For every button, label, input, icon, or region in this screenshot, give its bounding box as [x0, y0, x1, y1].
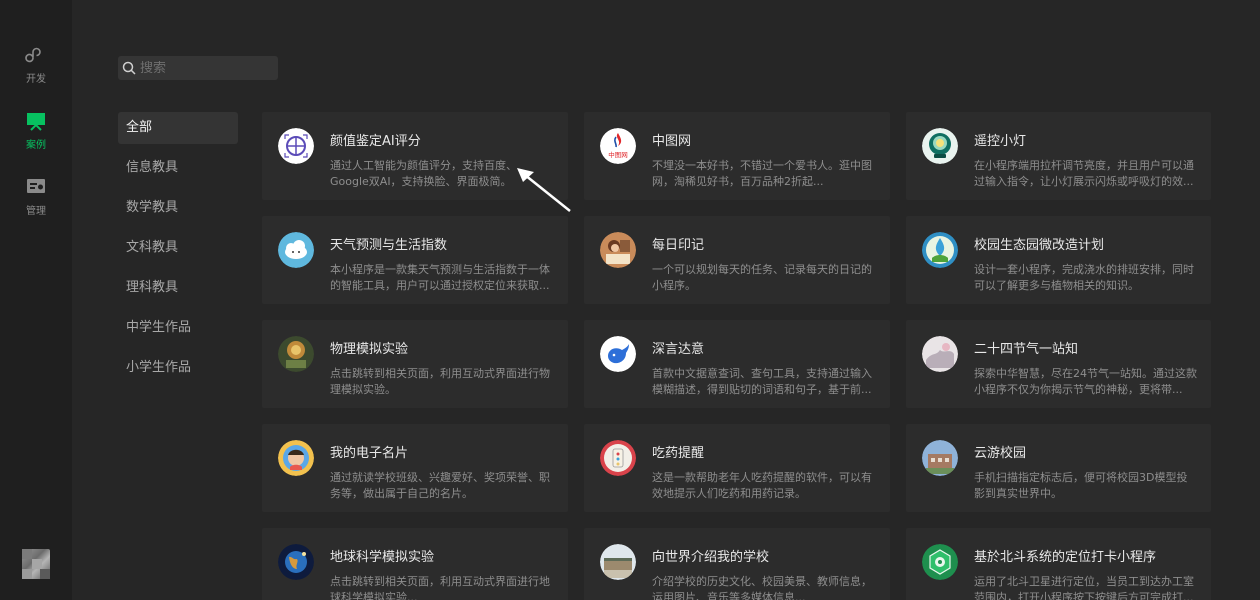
search-icon — [122, 61, 136, 75]
case-desc: 本小程序是一款集天气预测与生活指数于一体的智能工具，用户可以通过授权定位来获取.… — [330, 263, 550, 292]
case-desc: 手机扫描指定标志后，便可将校园3D模型投影到真实世界中。 — [974, 471, 1188, 500]
case-card[interactable]: 云游校园 手机扫描指定标志后，便可将校园3D模型投影到真实世界中。 — [906, 424, 1211, 512]
nav-manage[interactable]: 管理 — [0, 176, 72, 226]
physics-lab-icon — [278, 336, 314, 372]
case-desc: 探索中华智慧，尽在24节气一站知。通过这款小程序不仅为你揭示节气的神秘，更将带.… — [974, 367, 1197, 396]
case-desc: 点击跳转到相关页面，利用互动式界面进行物理模拟实验。 — [330, 367, 550, 396]
case-card[interactable]: 物理模拟实验 点击跳转到相关页面，利用互动式界面进行物理模拟实验。 — [262, 320, 568, 408]
case-desc: 这是一款帮助老年人吃药提醒的软件，可以有效地提示人们吃药和用药记录。 — [652, 471, 872, 500]
manage-icon — [27, 179, 45, 193]
nav-cases-label: 案例 — [26, 140, 46, 151]
nav-develop[interactable]: 开发 — [0, 44, 72, 94]
case-title: 基於北斗系统的定位打卡小程序 — [974, 550, 1157, 565]
case-title: 天气预测与生活指数 — [330, 238, 448, 253]
category-liberal-arts[interactable]: 文科教具 — [118, 232, 238, 264]
school-photo-icon — [600, 544, 636, 580]
business-card-avatar-icon — [278, 440, 314, 476]
search-input[interactable] — [140, 60, 270, 76]
category-all[interactable]: 全部 — [118, 112, 238, 144]
diary-girl-icon — [600, 232, 636, 268]
case-title: 校园生态园微改造计划 — [974, 238, 1105, 253]
case-title: 吃药提醒 — [652, 446, 705, 461]
case-desc: 不埋没一本好书，不错过一个爱书人。逛中图网，淘稀见好书，百万品种2折起... — [652, 159, 872, 188]
case-desc: 运用了北斗卫星进行定位，当员工到达办工室范围内，打开小程序按下按键后方可完成打.… — [974, 575, 1194, 600]
category-primary-school[interactable]: 小学生作品 — [118, 352, 238, 384]
case-desc: 介绍学校的历史文化、校园美景、教师信息，运用图片、音乐等多媒体信息... — [652, 575, 872, 600]
case-desc: 通过就读学校班级、兴趣爱好、奖项荣誉、职务等，做出属于自己的名片。 — [330, 471, 550, 500]
case-desc: 一个可以规划每天的任务、记录每天的日记的小程序。 — [652, 263, 872, 292]
face-scan-icon — [278, 128, 314, 164]
case-card[interactable]: 遥控小灯 在小程序端用拉杆调节亮度，并且用户可以通过输入指令，让小灯展示闪烁或呼… — [906, 112, 1211, 200]
earth-icon — [278, 544, 314, 580]
case-title: 我的电子名片 — [330, 446, 409, 461]
nav-develop-label: 开发 — [26, 74, 46, 85]
left-nav-rail: 开发 案例 管理 — [0, 0, 72, 600]
case-card[interactable]: 中图网 中图网 不埋没一本好书，不错过一个爱书人。逛中图网，淘稀见好书，百万品种… — [584, 112, 890, 200]
case-card[interactable]: 地球科学模拟实验 点击跳转到相关页面，利用互动式界面进行地球科学模拟实验... — [262, 528, 568, 600]
category-info[interactable]: 信息教具 — [118, 152, 238, 184]
miniprogram-icon — [25, 47, 41, 63]
whale-icon — [600, 336, 636, 372]
case-card[interactable]: 吃药提醒 这是一款帮助老年人吃药提醒的软件，可以有效地提示人们吃药和用药记录。 — [584, 424, 890, 512]
case-title: 向世界介绍我的学校 — [652, 550, 770, 565]
weather-cloud-icon — [278, 232, 314, 268]
case-card[interactable]: 我的电子名片 通过就读学校班级、兴趣爱好、奖项荣誉、职务等，做出属于自己的名片。 — [262, 424, 568, 512]
category-science[interactable]: 理科教具 — [118, 272, 238, 304]
lamp-icon — [922, 128, 958, 164]
case-desc: 通过人工智能为颜值评分，支持百度、Google双AI，支持换脸、界面极简。 — [330, 159, 517, 188]
water-drop-plant-icon — [922, 232, 958, 268]
case-title: 深言达意 — [652, 342, 705, 357]
case-title: 每日印记 — [652, 238, 705, 253]
case-card[interactable]: 深言达意 首款中文据意查词、查句工具，支持通过输入模糊描述，得到贴切的词语和句子… — [584, 320, 890, 408]
case-title: 地球科学模拟实验 — [330, 550, 435, 565]
case-card[interactable]: 向世界介绍我的学校 介绍学校的历史文化、校园美景、教师信息，运用图片、音乐等多媒… — [584, 528, 890, 600]
zhongtu-logo-icon: 中图网 — [600, 128, 636, 164]
case-desc: 在小程序端用拉杆调节亮度，并且用户可以通过输入指令，让小灯展示闪烁或呼吸灯的效.… — [974, 159, 1194, 188]
category-middle-school[interactable]: 中学生作品 — [118, 312, 238, 344]
nav-cases[interactable]: 案例 — [0, 110, 72, 160]
case-desc: 设计一套小程序，完成浇水的排班安排，同时可以了解更多与植物相关的知识。 — [974, 263, 1194, 292]
case-title: 遥控小灯 — [974, 134, 1027, 149]
solar-terms-icon — [922, 336, 958, 372]
search-box[interactable] — [118, 56, 278, 80]
case-desc: 点击跳转到相关页面，利用互动式界面进行地球科学模拟实验... — [330, 575, 550, 600]
case-grid: 颜值鉴定AI评分 通过人工智能为颜值评分，支持百度、Google双AI，支持换脸… — [262, 112, 1211, 600]
case-card[interactable]: 每日印记 一个可以规划每天的任务、记录每天的日记的小程序。 — [584, 216, 890, 304]
pill-reminder-icon — [600, 440, 636, 476]
zhongtu-badge: 中图网 — [608, 150, 628, 159]
case-card[interactable]: 校园生态园微改造计划 设计一套小程序，完成浇水的排班安排，同时可以了解更多与植物… — [906, 216, 1211, 304]
beidou-location-icon — [922, 544, 958, 580]
case-title: 物理模拟实验 — [330, 342, 409, 357]
case-title: 云游校园 — [974, 446, 1027, 461]
case-title: 二十四节气一站知 — [974, 342, 1079, 357]
case-desc: 首款中文据意查词、查句工具，支持通过输入模糊描述，得到贴切的词语和句子，基于前.… — [652, 367, 872, 396]
case-title: 中图网 — [652, 134, 692, 149]
category-list: 全部 信息教具 数学教具 文科教具 理科教具 中学生作品 小学生作品 — [118, 112, 238, 392]
campus-building-icon — [922, 440, 958, 476]
category-math[interactable]: 数学教具 — [118, 192, 238, 224]
cases-icon — [27, 113, 45, 131]
case-card[interactable]: 颜值鉴定AI评分 通过人工智能为颜值评分，支持百度、Google双AI，支持换脸… — [262, 112, 568, 200]
case-title: 颜值鉴定AI评分 — [330, 134, 421, 149]
case-card[interactable]: 基於北斗系统的定位打卡小程序 运用了北斗卫星进行定位，当员工到达办工室范围内，打… — [906, 528, 1211, 600]
nav-manage-label: 管理 — [26, 206, 46, 217]
case-card[interactable]: 二十四节气一站知 探索中华智慧，尽在24节气一站知。通过这款小程序不仅为你揭示节… — [906, 320, 1211, 408]
avatar[interactable] — [22, 549, 50, 579]
case-card[interactable]: 天气预测与生活指数 本小程序是一款集天气预测与生活指数于一体的智能工具，用户可以… — [262, 216, 568, 304]
